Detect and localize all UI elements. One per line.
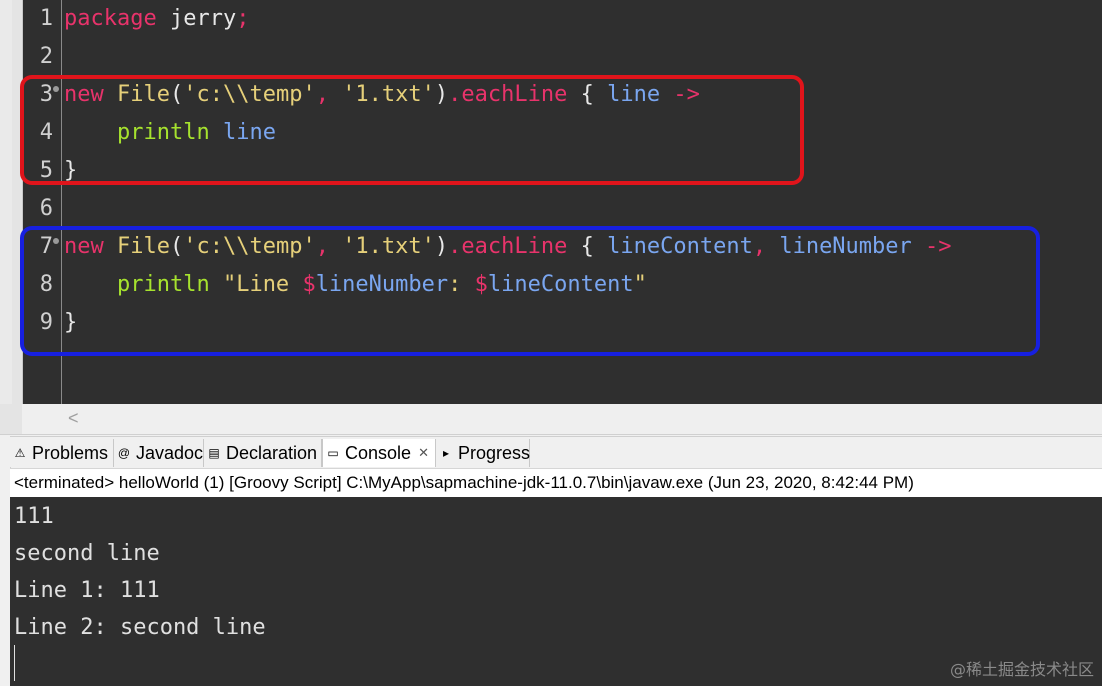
tab-label: Problems bbox=[32, 443, 109, 463]
console-header: <terminated> helloWorld (1) [Groovy Scri… bbox=[10, 468, 1102, 498]
tab-declaration[interactable]: ▤ Declaration bbox=[204, 439, 322, 467]
editor-horizontal-scrollbar[interactable]: < bbox=[0, 404, 1102, 435]
code-token: ; bbox=[236, 6, 250, 31]
tab-javadoc[interactable]: @ Javadoc bbox=[114, 439, 204, 467]
tab-problems[interactable]: ⚠ Problems bbox=[10, 439, 114, 467]
javadoc-icon: @ bbox=[117, 446, 131, 460]
text-caret bbox=[14, 645, 15, 681]
progress-icon: ▸ bbox=[442, 446, 450, 460]
tab-console[interactable]: ▭ Console ✕ bbox=[322, 439, 436, 467]
scrollbar-left-strip bbox=[0, 404, 22, 434]
console-output-line: 111 bbox=[14, 504, 54, 529]
red-highlight-box bbox=[20, 75, 804, 185]
line-number: 6 bbox=[39, 196, 53, 221]
console-output-line: Line 2: second line bbox=[14, 615, 266, 640]
watermark: @稀土掘金技术社区 bbox=[949, 660, 1094, 679]
console-status-text: <terminated> helloWorld (1) [Groovy Scri… bbox=[14, 473, 914, 492]
code-token: jerry bbox=[169, 6, 237, 31]
tab-progress[interactable]: ▸ Progress bbox=[436, 439, 530, 467]
console-icon: ▭ bbox=[327, 446, 339, 460]
tab-label: Progress bbox=[458, 443, 531, 463]
console-output-line: Line 1: 111 bbox=[14, 578, 160, 603]
problems-icon: ⚠ bbox=[14, 446, 26, 460]
view-tab-bar: ⚠ Problems @ Javadoc ▤ Declaration ▭ Console ✕ ▸ P… bbox=[10, 436, 1102, 467]
console-output-line: second line bbox=[14, 541, 160, 566]
tab-label: Javadoc bbox=[136, 443, 204, 463]
code-editor[interactable]: 1 package jerry; 2 3 new File('c:\\temp', '1… bbox=[0, 0, 1102, 404]
close-icon[interactable]: ✕ bbox=[418, 439, 429, 467]
scroll-left-icon[interactable]: < bbox=[68, 408, 79, 429]
line-number: 1 bbox=[39, 6, 53, 31]
tab-label: Console bbox=[345, 443, 412, 463]
editor-left-margin bbox=[0, 0, 12, 404]
code-token: package bbox=[64, 6, 157, 31]
tab-label: Declaration bbox=[226, 443, 318, 463]
console-output-area[interactable]: @稀土掘金技术社区 111 second line Line 1: 111 Line … bbox=[10, 497, 1102, 686]
code-line[interactable]: package jerry; bbox=[64, 0, 249, 38]
declaration-icon: ▤ bbox=[208, 446, 220, 460]
blue-highlight-box bbox=[20, 226, 1040, 356]
line-number: 2 bbox=[39, 44, 53, 69]
